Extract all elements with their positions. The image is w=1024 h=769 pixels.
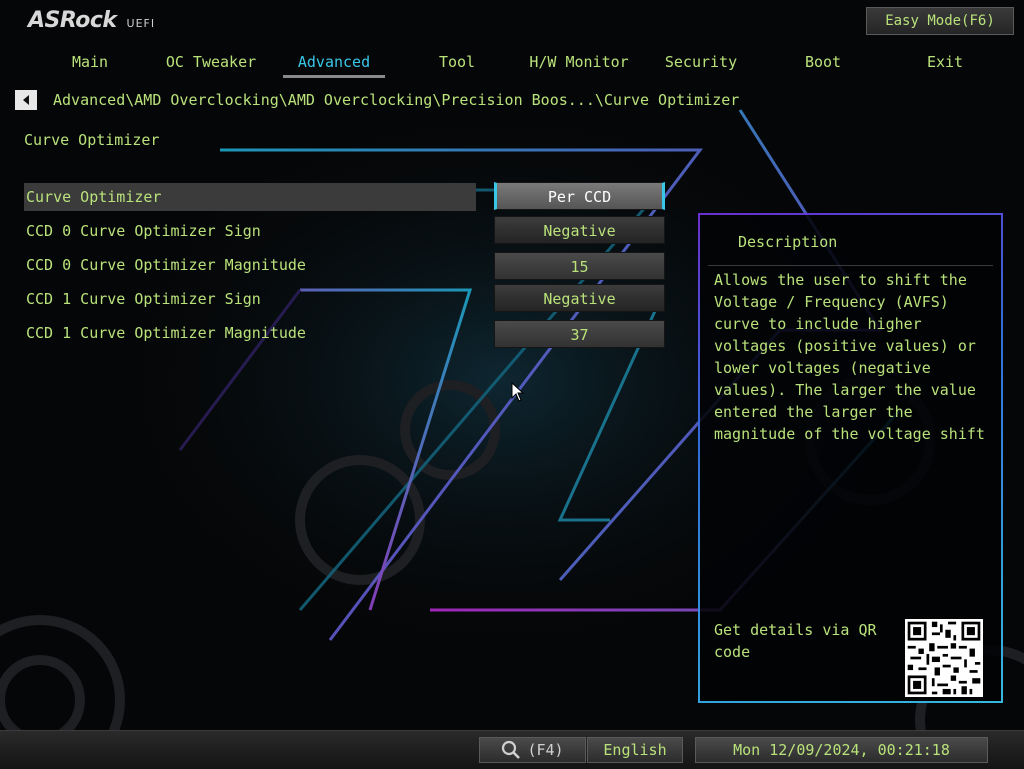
logo-brand: ASRock xyxy=(28,8,117,33)
tab-boot[interactable]: Boot xyxy=(762,50,884,78)
setting-ccd1-sign-label[interactable]: CCD 1 Curve Optimizer Sign xyxy=(24,285,476,313)
setting-ccd0-sign-label[interactable]: CCD 0 Curve Optimizer Sign xyxy=(24,217,476,245)
setting-ccd1-sign-value[interactable]: Negative xyxy=(494,284,665,312)
setting-ccd0-magnitude-value[interactable]: 15 xyxy=(494,252,665,280)
mouse-cursor-icon xyxy=(511,382,525,402)
qr-hint-text: Get details via QR code xyxy=(714,621,877,661)
language-button[interactable]: English xyxy=(587,737,683,763)
description-panel: Description Allows the user to shift the… xyxy=(698,213,1003,703)
easy-mode-button[interactable]: Easy Mode(F6) xyxy=(866,7,1014,35)
setting-ccd1-magnitude-label[interactable]: CCD 1 Curve Optimizer Magnitude xyxy=(24,319,476,347)
breadcrumb: Advanced\AMD Overclocking\AMD Overclocki… xyxy=(53,91,740,109)
description-text: Allows the user to shift the Voltage / F… xyxy=(714,271,985,443)
setting-ccd0-sign-value[interactable]: Negative xyxy=(494,216,665,244)
description-divider xyxy=(708,265,993,266)
setting-ccd0-magnitude-label[interactable]: CCD 0 Curve Optimizer Magnitude xyxy=(24,251,476,279)
tab-main[interactable]: Main xyxy=(29,50,151,78)
description-title: Description xyxy=(738,233,838,251)
datetime-display: Mon 12/09/2024, 00:21:18 xyxy=(695,737,988,763)
tab-exit[interactable]: Exit xyxy=(884,50,1006,78)
tab-tool[interactable]: Tool xyxy=(396,50,518,78)
tab-security[interactable]: Security xyxy=(640,50,762,78)
tab-advanced[interactable]: Advanced xyxy=(273,50,395,78)
setting-curve-optimizer-value[interactable]: Per CCD xyxy=(494,182,665,210)
setting-ccd1-magnitude-value[interactable]: 37 xyxy=(494,320,665,348)
main-nav: Main OC Tweaker Advanced Tool H/W Monito… xyxy=(0,50,1024,80)
back-button[interactable] xyxy=(15,90,37,110)
tab-oc-tweaker[interactable]: OC Tweaker xyxy=(150,50,272,78)
asrock-logo: ASRock UEFI xyxy=(28,8,155,38)
search-shortcut-label: (F4) xyxy=(527,741,564,759)
tab-hw-monitor[interactable]: H/W Monitor xyxy=(518,50,640,78)
back-arrow-icon xyxy=(23,95,29,105)
logo-uefi: UEFI xyxy=(126,17,156,30)
setting-curve-optimizer-label[interactable]: Curve Optimizer xyxy=(24,183,476,211)
page-title: Curve Optimizer xyxy=(24,131,160,149)
search-button[interactable]: (F4) xyxy=(479,737,586,763)
qr-code xyxy=(905,619,983,697)
search-icon xyxy=(502,740,521,759)
